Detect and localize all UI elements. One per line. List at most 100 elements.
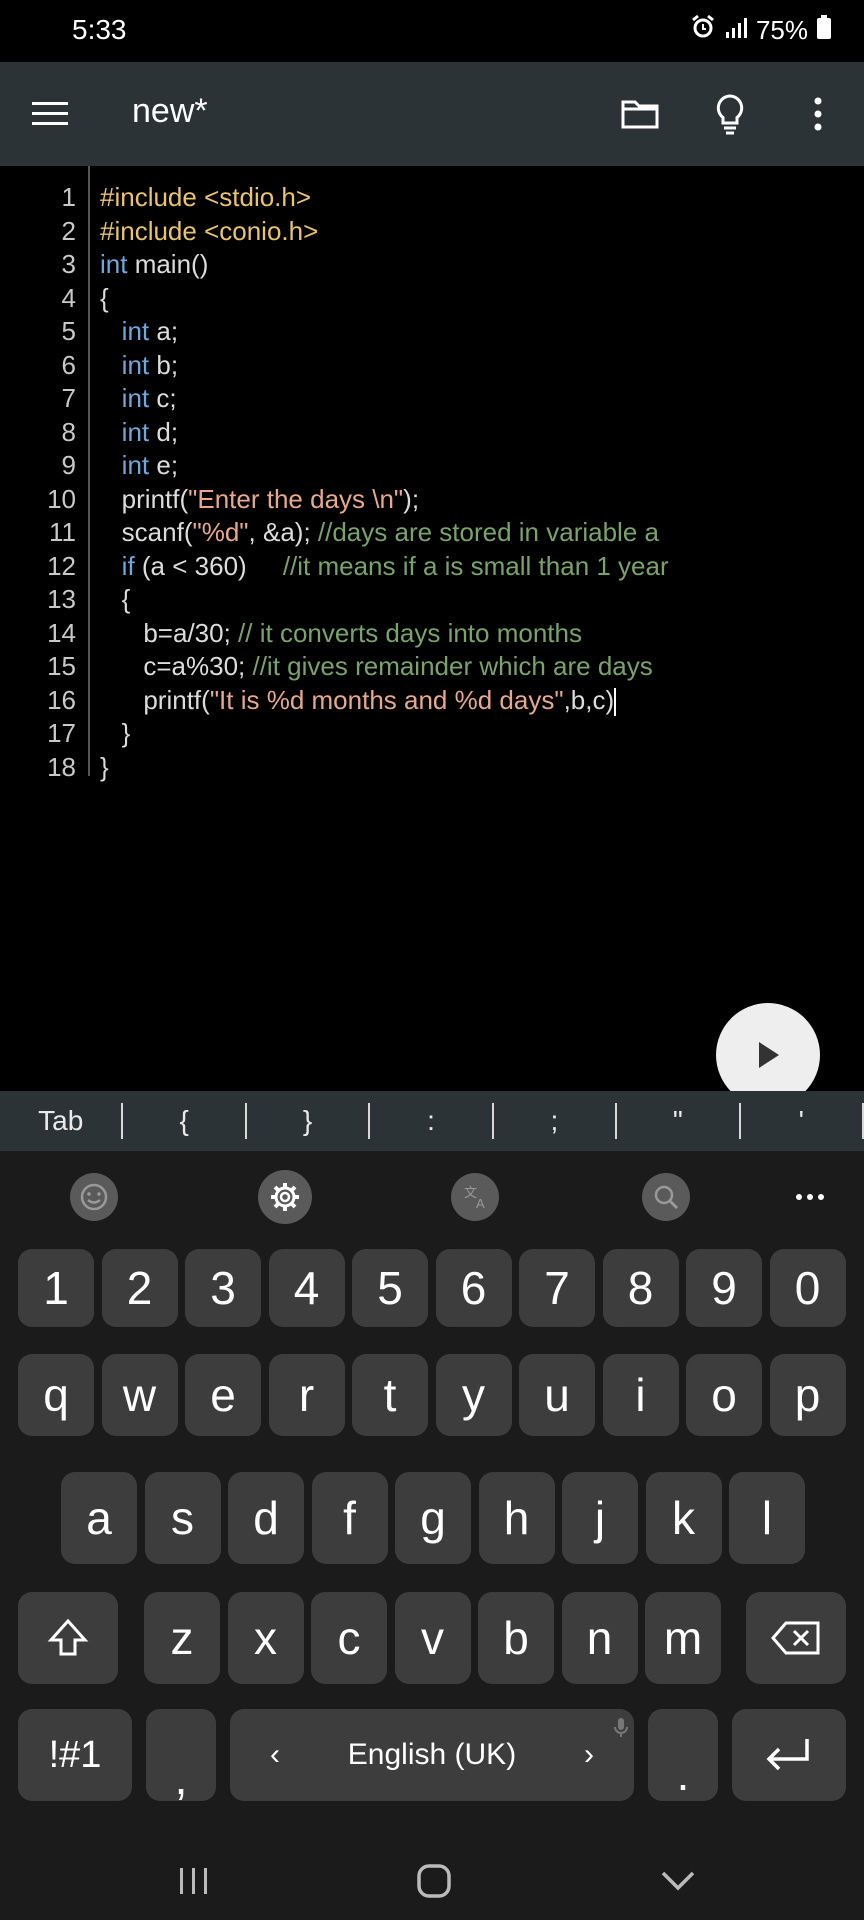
code-line[interactable]: c=a%30; //it gives remainder which are d… <box>100 651 652 682</box>
code-line[interactable]: { <box>100 584 131 615</box>
key-i[interactable]: i <box>602 1354 679 1436</box>
home-icon[interactable] <box>404 1861 464 1901</box>
key-comma[interactable]: , <box>146 1709 216 1801</box>
key-4[interactable]: 4 <box>268 1249 345 1327</box>
line-number: 11 <box>49 517 76 547</box>
code-token: int <box>121 450 150 480</box>
code-line[interactable]: printf("It is %d months and %d days",b,c… <box>100 685 617 716</box>
key-j[interactable]: j <box>562 1472 638 1564</box>
svg-text:A: A <box>476 1196 485 1211</box>
translate-icon[interactable]: 文A <box>445 1167 505 1227</box>
key-z[interactable]: z <box>144 1592 220 1684</box>
key-7[interactable]: 7 <box>519 1249 595 1327</box>
key-m[interactable]: m <box>645 1592 721 1684</box>
key-b[interactable]: b <box>478 1592 554 1684</box>
backspace-key[interactable] <box>746 1592 846 1684</box>
lightbulb-icon[interactable] <box>706 90 754 138</box>
code-line[interactable]: int d; <box>100 417 178 448</box>
settings-icon[interactable] <box>255 1167 315 1227</box>
key-o[interactable]: o <box>686 1354 762 1436</box>
key-x[interactable]: x <box>227 1592 304 1684</box>
shift-key[interactable] <box>18 1592 118 1684</box>
key-n[interactable]: n <box>561 1592 638 1684</box>
line-number: 3 <box>61 249 76 279</box>
code-line[interactable]: printf("Enter the days \n"); <box>100 484 419 515</box>
key-k[interactable]: k <box>645 1472 722 1564</box>
more-options-icon[interactable] <box>794 90 842 138</box>
code-editor[interactable]: 1 2 3 4 5 6 7 8 9 10 11 12 13 14 15 16 17 18 #include <st… <box>0 166 864 1091</box>
code-line[interactable]: } <box>100 752 109 783</box>
shift-icon <box>47 1618 89 1656</box>
code-token: } <box>100 718 131 748</box>
back-icon[interactable] <box>648 1861 708 1901</box>
key-c[interactable]: c <box>311 1592 387 1684</box>
line-number: 12 <box>47 550 76 581</box>
symbol-key[interactable]: : <box>370 1103 494 1139</box>
code-line[interactable]: int a; <box>100 316 178 347</box>
key-d[interactable]: d <box>228 1472 304 1564</box>
symbol-key[interactable]: } <box>247 1103 371 1139</box>
symbol-key[interactable]: Tab <box>0 1103 124 1139</box>
symbols-key[interactable]: !#1 <box>18 1709 132 1801</box>
key-9[interactable]: 9 <box>686 1249 762 1327</box>
code-token: #include <conio.h> <box>100 215 319 246</box>
enter-key[interactable] <box>732 1709 846 1801</box>
code-token: printf( <box>100 483 189 514</box>
menu-icon[interactable] <box>30 94 70 134</box>
key-w[interactable]: w <box>101 1354 178 1436</box>
key-r[interactable]: r <box>268 1354 345 1436</box>
key-u[interactable]: u <box>519 1354 595 1436</box>
key-g[interactable]: g <box>395 1472 471 1564</box>
line-number: 8 <box>61 416 76 447</box>
code-line[interactable]: int b; <box>100 350 178 381</box>
key-e[interactable]: e <box>185 1354 261 1436</box>
key-5[interactable]: 5 <box>352 1249 428 1327</box>
symbol-key[interactable]: { <box>123 1103 247 1139</box>
code-token: // it converts days into months <box>238 617 582 648</box>
key-t[interactable]: t <box>352 1354 428 1436</box>
key-3[interactable]: 3 <box>185 1249 261 1327</box>
key-a[interactable]: a <box>61 1472 137 1564</box>
code-token: c; <box>149 383 177 413</box>
symbol-key[interactable]: " <box>617 1103 741 1139</box>
search-icon[interactable] <box>636 1167 696 1227</box>
key-1[interactable]: 1 <box>18 1249 94 1327</box>
code-token: { <box>100 282 109 313</box>
code-line[interactable]: b=a/30; // it converts days into months <box>100 618 582 649</box>
key-6[interactable]: 6 <box>435 1249 512 1327</box>
more-icon[interactable] <box>780 1167 840 1227</box>
language-next-arrow: › <box>583 1738 594 1771</box>
key-2[interactable]: 2 <box>101 1249 178 1327</box>
code-line[interactable]: if (a < 360) //it means if a is small th… <box>100 551 669 582</box>
key-v[interactable]: v <box>394 1592 471 1684</box>
folder-icon[interactable] <box>616 90 664 138</box>
key-0[interactable]: 0 <box>769 1249 846 1327</box>
emoji-icon[interactable] <box>64 1167 124 1227</box>
key-period[interactable]: . <box>648 1709 718 1801</box>
symbol-key[interactable]: ' <box>741 1103 864 1139</box>
code-line[interactable]: } <box>100 718 131 749</box>
key-8[interactable]: 8 <box>602 1249 679 1327</box>
code-line[interactable]: int main() <box>100 249 208 280</box>
key-s[interactable]: s <box>144 1472 221 1564</box>
key-f[interactable]: f <box>311 1472 388 1564</box>
code-line[interactable]: #include <stdio.h> <box>100 182 311 213</box>
symbol-key[interactable]: ; <box>494 1103 618 1139</box>
key-l[interactable]: l <box>729 1472 805 1564</box>
code-token: c=a%30; <box>100 651 253 681</box>
battery-icon <box>816 14 832 47</box>
key-q[interactable]: q <box>18 1354 94 1436</box>
code-line[interactable]: int c; <box>100 383 177 414</box>
line-number: 6 <box>61 349 76 380</box>
code-line[interactable]: #include <conio.h> <box>100 216 318 247</box>
code-line[interactable]: int e; <box>100 450 178 481</box>
recent-apps-icon[interactable] <box>164 1861 224 1901</box>
key-y[interactable]: y <box>435 1354 512 1436</box>
key-h[interactable]: h <box>478 1472 555 1564</box>
key-p[interactable]: p <box>769 1354 846 1436</box>
code-line[interactable]: scanf("%d", &a); //days are stored in va… <box>100 517 659 548</box>
code-line[interactable]: { <box>100 283 109 314</box>
space-key[interactable]: ‹ English (UK) › <box>230 1709 634 1801</box>
